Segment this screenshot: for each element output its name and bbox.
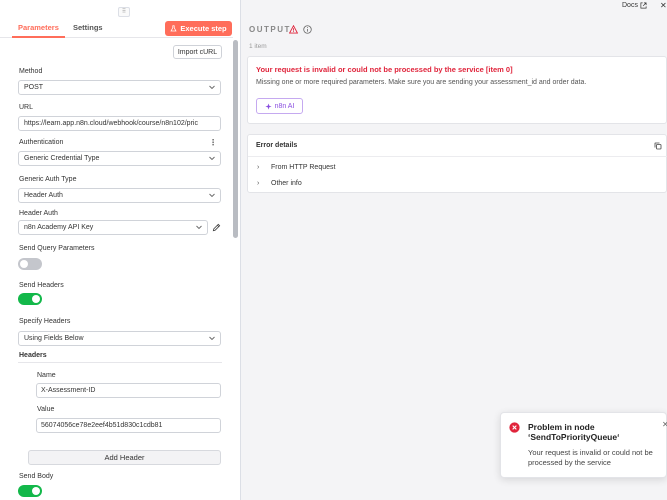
error-details-title: Error details — [256, 142, 298, 149]
close-icon[interactable]: ✕ — [660, 1, 667, 10]
chevron-right-icon: › — [257, 180, 260, 187]
send-headers-toggle[interactable] — [18, 293, 42, 305]
toast-message: Your request is invalid or could not be … — [528, 448, 653, 467]
method-select[interactable]: POST — [18, 80, 221, 95]
url-value: https://learn.app.n8n.cloud/webhook/cour… — [24, 120, 198, 127]
import-curl-button[interactable]: Import cURL — [173, 45, 222, 59]
error-card: Your request is invalid or could not be … — [247, 56, 667, 124]
toast-title: Problem in node ‘SendToPriorityQueue‘ — [528, 422, 620, 442]
error-circle-icon — [509, 422, 520, 433]
send-headers-label: Send Headers — [19, 282, 64, 289]
details-row-label: Other info — [271, 180, 302, 187]
url-label: URL — [19, 104, 34, 111]
item-count: 1 item — [249, 43, 267, 50]
tab-parameters[interactable]: Parameters — [18, 23, 59, 32]
header-auth-label: Header Auth — [19, 210, 58, 217]
generic-auth-type-value: Header Auth — [24, 192, 63, 199]
panel-drag-handle[interactable]: ⠿ — [118, 7, 130, 17]
send-query-label: Send Query Parameters — [19, 245, 95, 252]
details-row-http-request[interactable]: › From HTTP Request — [257, 164, 335, 171]
divider — [18, 362, 222, 363]
authentication-value: Generic Credential Type — [24, 155, 100, 162]
flask-icon — [170, 25, 177, 32]
info-icon[interactable] — [303, 25, 312, 34]
output-title: OUTPUT — [249, 25, 291, 34]
edit-credential-icon[interactable] — [212, 223, 221, 232]
error-title: Your request is invalid or could not be … — [256, 65, 513, 74]
chevron-down-icon — [209, 193, 215, 198]
error-details-card: Error details › From HTTP Request › Other … — [247, 134, 667, 193]
method-value: POST — [24, 84, 44, 91]
send-body-label: Send Body — [19, 473, 54, 480]
ask-ai-button[interactable]: n8n AI — [256, 98, 303, 114]
scrollbar-thumb[interactable] — [233, 40, 238, 238]
more-options-icon[interactable]: ⋮ — [209, 139, 217, 147]
specify-headers-value: Using Fields Below — [24, 335, 84, 342]
divider — [248, 156, 667, 157]
authentication-select[interactable]: Generic Credential Type — [18, 151, 221, 166]
chevron-down-icon — [196, 225, 202, 230]
authentication-label: Authentication — [19, 139, 64, 146]
chevron-right-icon: › — [257, 164, 260, 171]
docs-label: Docs — [622, 2, 638, 9]
specify-headers-label: Specify Headers — [19, 318, 71, 325]
header-auth-select[interactable]: n8n Academy API Key — [18, 220, 208, 235]
chevron-down-icon — [209, 85, 215, 90]
docs-link[interactable]: Docs — [622, 2, 647, 9]
details-row-other-info[interactable]: › Other info — [257, 180, 302, 187]
send-body-toggle[interactable] — [18, 485, 42, 497]
url-input[interactable]: https://learn.app.n8n.cloud/webhook/cour… — [18, 116, 221, 131]
header-value-input[interactable]: 56074056ce78e2eef4b51d830c1cdb81 — [36, 418, 221, 433]
node-parameters-panel: ⠿ Parameters Settings Execute step Impor… — [0, 0, 241, 500]
toast-close-icon[interactable]: ✕ — [662, 420, 667, 429]
headers-section-title: Headers — [19, 352, 47, 359]
header-auth-value: n8n Academy API Key — [24, 224, 94, 231]
error-toast: Problem in node ‘SendToPriorityQueue‘ Yo… — [500, 412, 667, 478]
active-tab-indicator — [12, 36, 65, 38]
send-query-toggle[interactable] — [18, 258, 42, 270]
details-row-label: From HTTP Request — [271, 164, 336, 171]
toggle-knob — [32, 295, 40, 303]
external-link-icon — [640, 2, 647, 9]
tab-settings[interactable]: Settings — [73, 23, 103, 32]
execute-step-label: Execute step — [180, 24, 227, 33]
execute-step-button[interactable]: Execute step — [165, 21, 232, 36]
sparkle-icon — [265, 102, 272, 110]
warning-icon — [289, 25, 298, 34]
ai-button-label: n8n AI — [274, 102, 295, 110]
method-label: Method — [19, 68, 43, 75]
chevron-down-icon — [209, 336, 215, 341]
copy-icon[interactable] — [654, 142, 662, 150]
chevron-down-icon — [209, 156, 215, 161]
add-header-button[interactable]: Add Header — [28, 450, 221, 465]
header-value-label: Value — [37, 406, 55, 413]
generic-auth-type-label: Generic Auth Type — [19, 176, 77, 183]
error-description: Missing one or more required parameters.… — [256, 79, 587, 86]
header-name-input[interactable]: X-Assessment-ID — [36, 383, 221, 398]
generic-auth-type-select[interactable]: Header Auth — [18, 188, 221, 203]
header-name-label: Name — [37, 372, 56, 379]
toggle-knob — [32, 487, 40, 495]
toggle-knob — [20, 260, 28, 268]
specify-headers-select[interactable]: Using Fields Below — [18, 331, 221, 346]
